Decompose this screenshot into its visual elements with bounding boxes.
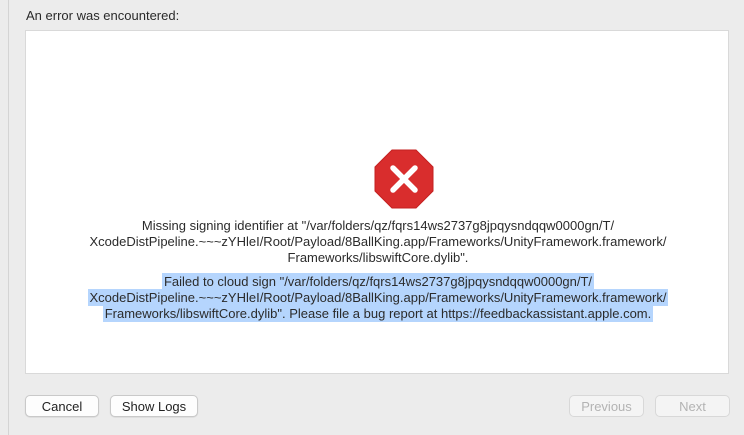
show-logs-button[interactable]: Show Logs [110, 395, 198, 417]
selected-text-line[interactable]: Frameworks/libswiftCore.dylib". Please f… [102, 305, 654, 322]
selected-text-line[interactable]: Failed to cloud sign "/var/folders/qz/fq… [161, 273, 595, 290]
stop-error-icon [374, 149, 434, 209]
next-button[interactable]: Next [655, 395, 730, 417]
error-heading: An error was encountered: [26, 8, 180, 23]
selected-text-line[interactable]: XcodeDistPipeline.~~~zYHleI/Root/Payload… [87, 289, 669, 306]
cancel-button[interactable]: Cancel [25, 395, 99, 417]
signing-error-message: Missing signing identifier at "/var/fold… [26, 218, 730, 266]
previous-button[interactable]: Previous [569, 395, 644, 417]
error-panel: Missing signing identifier at "/var/fold… [25, 30, 729, 374]
message-line: Frameworks/libswiftCore.dylib". [287, 250, 469, 265]
message-line: XcodeDistPipeline.~~~zYHleI/Root/Payload… [89, 234, 667, 249]
message-line: Missing signing identifier at "/var/fold… [141, 218, 615, 233]
cloud-sign-error-message[interactable]: Failed to cloud sign "/var/folders/qz/fq… [68, 273, 688, 322]
